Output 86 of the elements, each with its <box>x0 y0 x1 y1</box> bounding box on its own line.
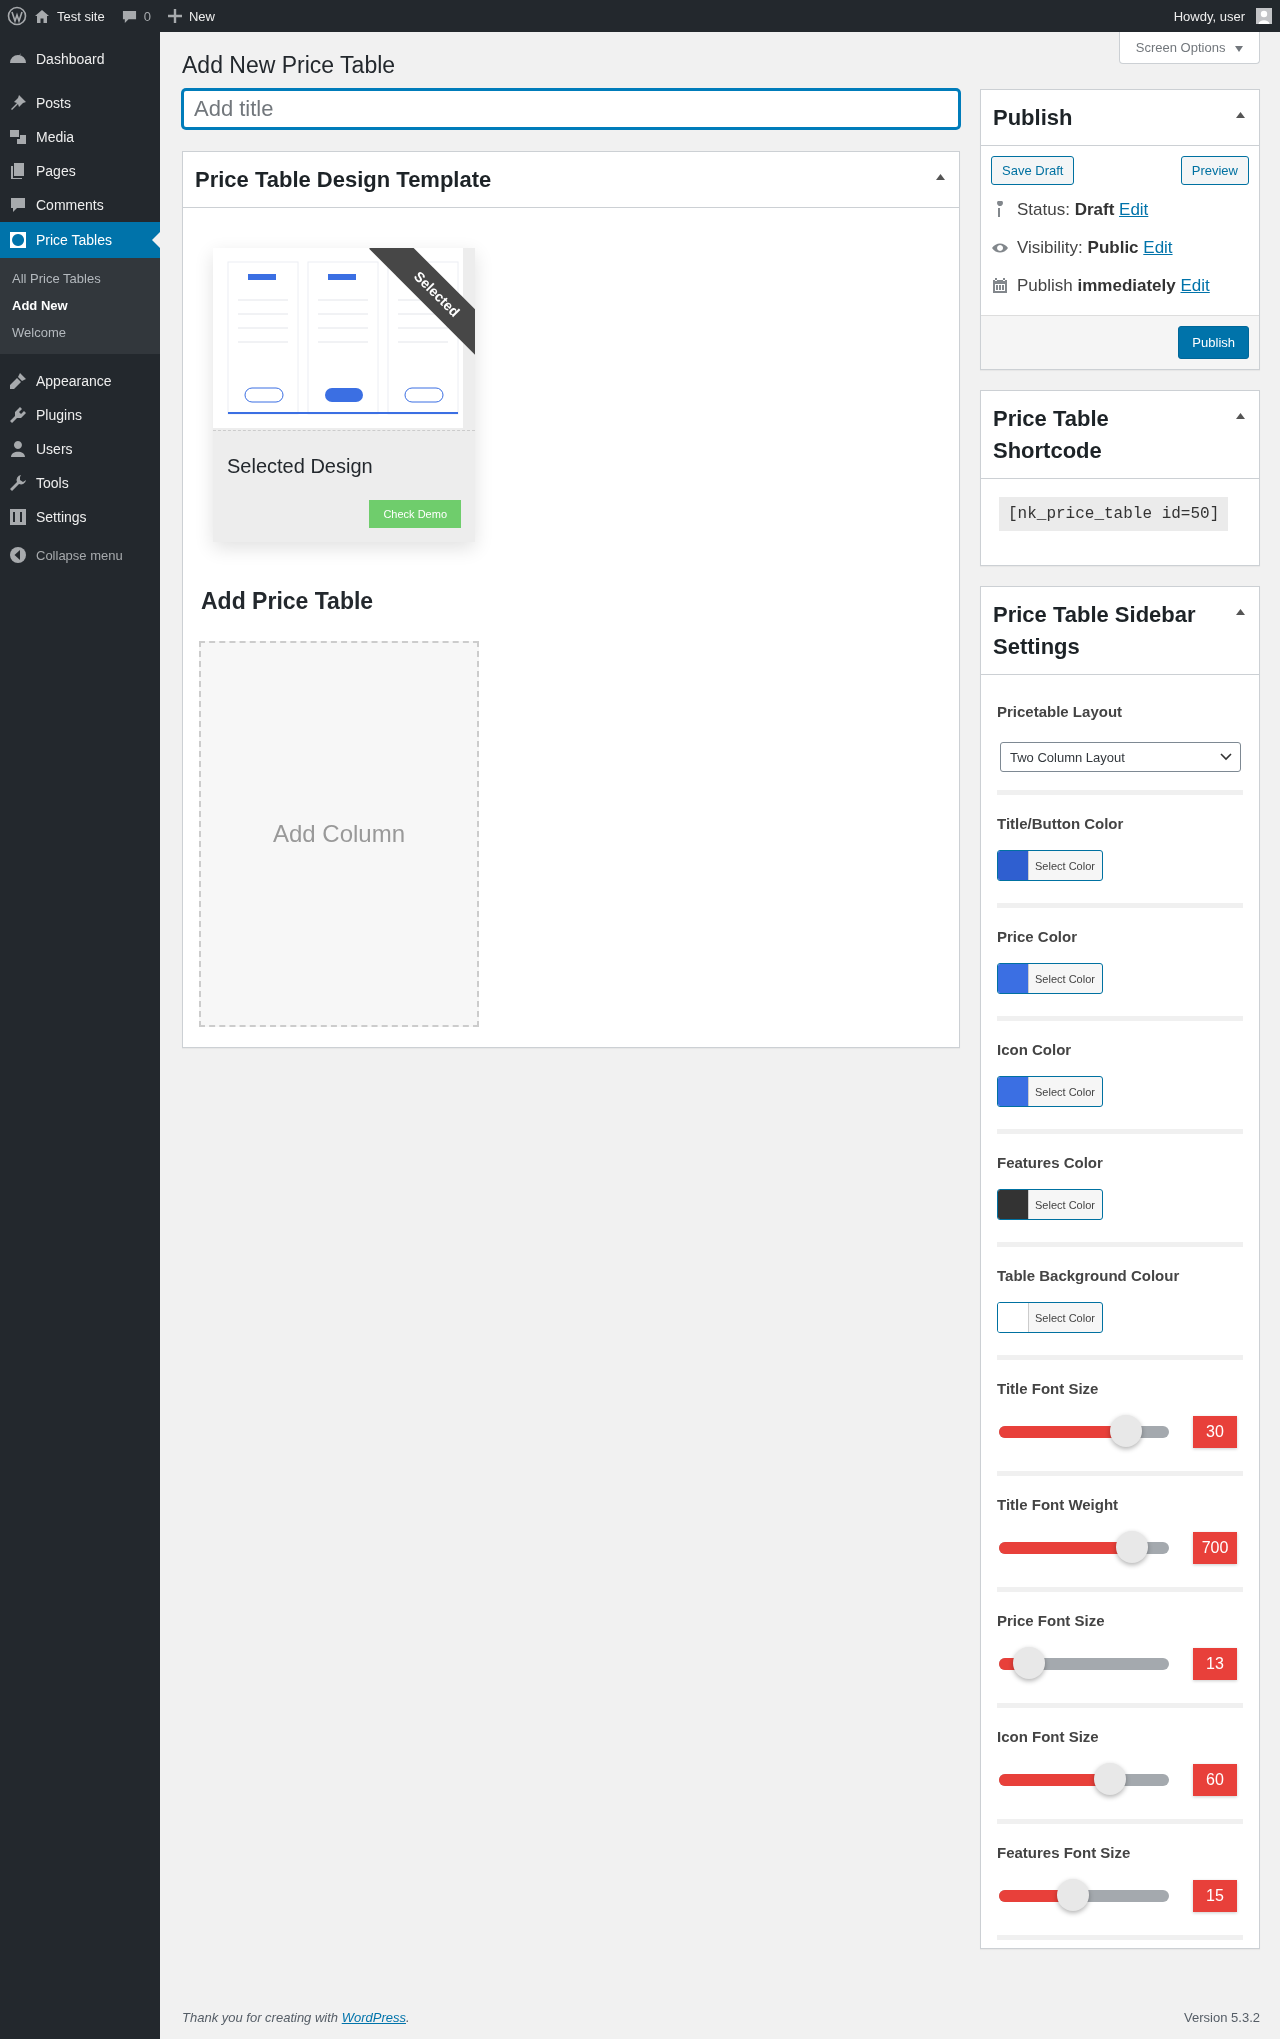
publish-setting: Visibility: Public Edit <box>1017 238 1173 258</box>
submenu-item[interactable]: All Price Tables <box>0 265 160 292</box>
value-badge: 60 <box>1193 1764 1237 1796</box>
speech-bubble-icon <box>8 195 28 215</box>
slider-handle[interactable] <box>1109 1415 1142 1447</box>
submenu-item[interactable]: Welcome <box>0 319 160 346</box>
version-text: Version 5.3.2 <box>1184 2010 1260 2025</box>
wordpress-link[interactable]: WordPress <box>341 2010 406 2025</box>
color-picker-button[interactable]: Select Color <box>997 963 1103 994</box>
slider-handle[interactable] <box>1094 1763 1127 1795</box>
comments-count[interactable]: 0 <box>143 8 151 24</box>
edit-link[interactable]: Edit <box>1119 200 1149 219</box>
value-badge: 700 <box>1193 1532 1237 1564</box>
edit-link[interactable]: Edit <box>1143 238 1173 257</box>
color-picker-button[interactable]: Select Color <box>997 1302 1103 1333</box>
media-icon <box>8 127 28 147</box>
panel-title: Price Table Sidebar Settings <box>993 601 1197 661</box>
new-link[interactable]: New <box>188 8 215 24</box>
setting-label: Table Background Colour <box>997 1267 1181 1284</box>
screen-options-button[interactable]: Screen Options <box>1118 32 1260 64</box>
setting-label: Icon Color <box>997 1041 1073 1058</box>
title-field[interactable]: Add title <box>182 89 960 129</box>
edit-link[interactable]: Edit <box>1180 276 1210 295</box>
shortcode-text: [nk_price_table id=50] <box>999 497 1229 531</box>
value-badge: 30 <box>1193 1416 1237 1448</box>
sliders-icon <box>8 507 28 527</box>
setting-label: Pricetable Layout <box>997 703 1124 720</box>
setting-label: Title/Button Color <box>997 815 1125 832</box>
collapse-toggle-icon[interactable] <box>1236 112 1245 118</box>
collapse-menu-button[interactable]: Collapse menu <box>0 538 160 572</box>
calendar-icon <box>991 277 1009 295</box>
chevron-down-icon <box>1220 753 1232 761</box>
panel-title: Price Table Shortcode <box>993 405 1110 465</box>
greeting-link[interactable]: Howdy, user <box>1173 8 1245 24</box>
panel-title: Price Table Design Template <box>195 166 492 194</box>
menu-item[interactable]: Posts <box>0 86 160 120</box>
menu-item[interactable]: Users <box>0 432 160 466</box>
publish-button[interactable]: Publish <box>1178 326 1249 359</box>
setting-label: Icon Font Size <box>997 1728 1100 1745</box>
menu-item[interactable]: Comments <box>0 188 160 222</box>
footer-credit: Thank you for creating with WordPress. <box>182 2010 410 2025</box>
setting-label: Price Font Size <box>997 1612 1106 1629</box>
avatar-icon[interactable] <box>1256 8 1272 24</box>
dropdown-arrow-icon <box>1235 45 1243 52</box>
menu-item[interactable]: Appearance <box>0 364 160 398</box>
home-icon <box>34 8 50 24</box>
value-badge: 15 <box>1193 1880 1237 1912</box>
wrench-icon <box>8 473 28 493</box>
layout-dropdown[interactable]: Two Column Layout <box>1000 742 1241 772</box>
person-icon <box>8 439 28 459</box>
publish-setting: Publish immediately Edit <box>1017 276 1210 296</box>
plus-icon <box>167 9 182 23</box>
wordpress-logo-icon[interactable] <box>7 6 27 26</box>
setting-label: Features Color <box>997 1154 1104 1171</box>
color-picker-button[interactable]: Select Color <box>997 850 1103 881</box>
setting-label: Price Color <box>997 928 1079 945</box>
collapse-toggle-icon[interactable] <box>936 174 945 180</box>
speech-bubble-icon <box>121 8 137 24</box>
value-badge: 13 <box>1193 1648 1237 1680</box>
setting-label: Title Font Size <box>997 1380 1100 1397</box>
page-title: Add New Price Table <box>182 52 396 79</box>
menu-item[interactable]: Media <box>0 120 160 154</box>
color-picker-button[interactable]: Select Color <box>997 1076 1103 1107</box>
submenu-item[interactable]: Add New <box>0 292 160 319</box>
design-name: Selected Design <box>227 455 374 478</box>
publish-setting: Status: Draft Edit <box>1017 200 1149 220</box>
paintbrush-icon <box>8 371 28 391</box>
save-draft-button[interactable]: Save Draft <box>991 156 1075 185</box>
menu-item[interactable]: Plugins <box>0 398 160 432</box>
collapse-toggle-icon[interactable] <box>1236 413 1245 419</box>
preview-button[interactable]: Preview <box>1180 156 1249 185</box>
slider-handle[interactable] <box>1056 1879 1089 1911</box>
slider-handle[interactable] <box>1116 1531 1149 1563</box>
menu-item[interactable]: Dashboard <box>0 42 160 76</box>
color-picker-button[interactable]: Select Color <box>997 1189 1103 1220</box>
setting-label: Features Font Size <box>997 1844 1132 1861</box>
slider-handle[interactable] <box>1012 1647 1045 1679</box>
panel-title: Publish <box>993 104 1074 132</box>
menu-item[interactable]: Settings <box>0 500 160 534</box>
collapse-toggle-icon[interactable] <box>1236 609 1245 615</box>
setting-label: Title Font Weight <box>997 1496 1120 1513</box>
menu-item[interactable]: Price Tables <box>0 222 160 258</box>
site-name-link[interactable]: Test site <box>57 8 105 24</box>
section-heading: Add Price Table <box>201 588 375 615</box>
menu-item[interactable]: Pages <box>0 154 160 188</box>
menu-item[interactable]: Tools <box>0 466 160 500</box>
